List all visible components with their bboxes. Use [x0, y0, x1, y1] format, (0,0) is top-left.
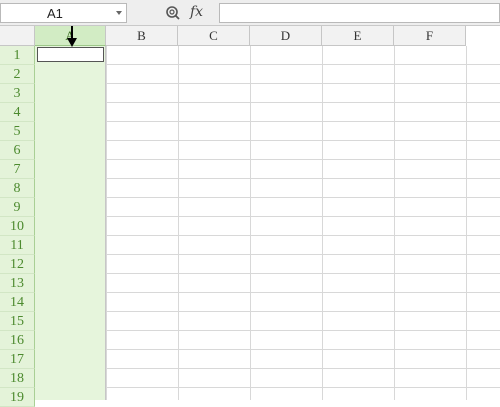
- name-box[interactable]: A1: [0, 3, 127, 23]
- row-header-18[interactable]: 18: [0, 369, 35, 388]
- row-header-6[interactable]: 6: [0, 141, 35, 160]
- row-header-2[interactable]: 2: [0, 65, 35, 84]
- column-header-d[interactable]: D: [250, 26, 322, 46]
- row-header-10[interactable]: 10: [0, 217, 35, 236]
- row-header-9[interactable]: 9: [0, 198, 35, 217]
- magnifier-icon[interactable]: [165, 5, 181, 21]
- row-header-1[interactable]: 1: [0, 46, 35, 65]
- row-header-4[interactable]: 4: [0, 103, 35, 122]
- column-header-b[interactable]: B: [106, 26, 178, 46]
- row-header-12[interactable]: 12: [0, 255, 35, 274]
- active-cell[interactable]: [37, 47, 104, 62]
- row-header-14[interactable]: 14: [0, 293, 35, 312]
- name-box-value: A1: [47, 6, 63, 21]
- column-header-c[interactable]: C: [178, 26, 250, 46]
- row-header-16[interactable]: 16: [0, 331, 35, 350]
- column-header-e[interactable]: E: [322, 26, 394, 46]
- formula-bar: A1 fx: [0, 0, 500, 26]
- name-box-dropdown-icon[interactable]: [116, 11, 122, 15]
- row-header-7[interactable]: 7: [0, 160, 35, 179]
- formula-input[interactable]: [219, 3, 500, 23]
- selected-column-highlight: [35, 46, 106, 400]
- row-header-13[interactable]: 13: [0, 274, 35, 293]
- row-header-19[interactable]: 19: [0, 388, 35, 407]
- row-header-11[interactable]: 11: [0, 236, 35, 255]
- select-all-corner[interactable]: [0, 26, 35, 46]
- row-header-5[interactable]: 5: [0, 122, 35, 141]
- row-header-8[interactable]: 8: [0, 179, 35, 198]
- row-header-3[interactable]: 3: [0, 84, 35, 103]
- mouse-cursor-arrow-icon: [67, 26, 77, 47]
- spreadsheet-grid: ABCDEF 1 2 3 4 5 6 7 8 9 10 11 12 13 14 15 16 17 18 19: [0, 26, 500, 407]
- row-header-15[interactable]: 15: [0, 312, 35, 331]
- row-header-17[interactable]: 17: [0, 350, 35, 369]
- insert-function-button[interactable]: fx: [190, 4, 203, 20]
- column-header-f[interactable]: F: [394, 26, 466, 46]
